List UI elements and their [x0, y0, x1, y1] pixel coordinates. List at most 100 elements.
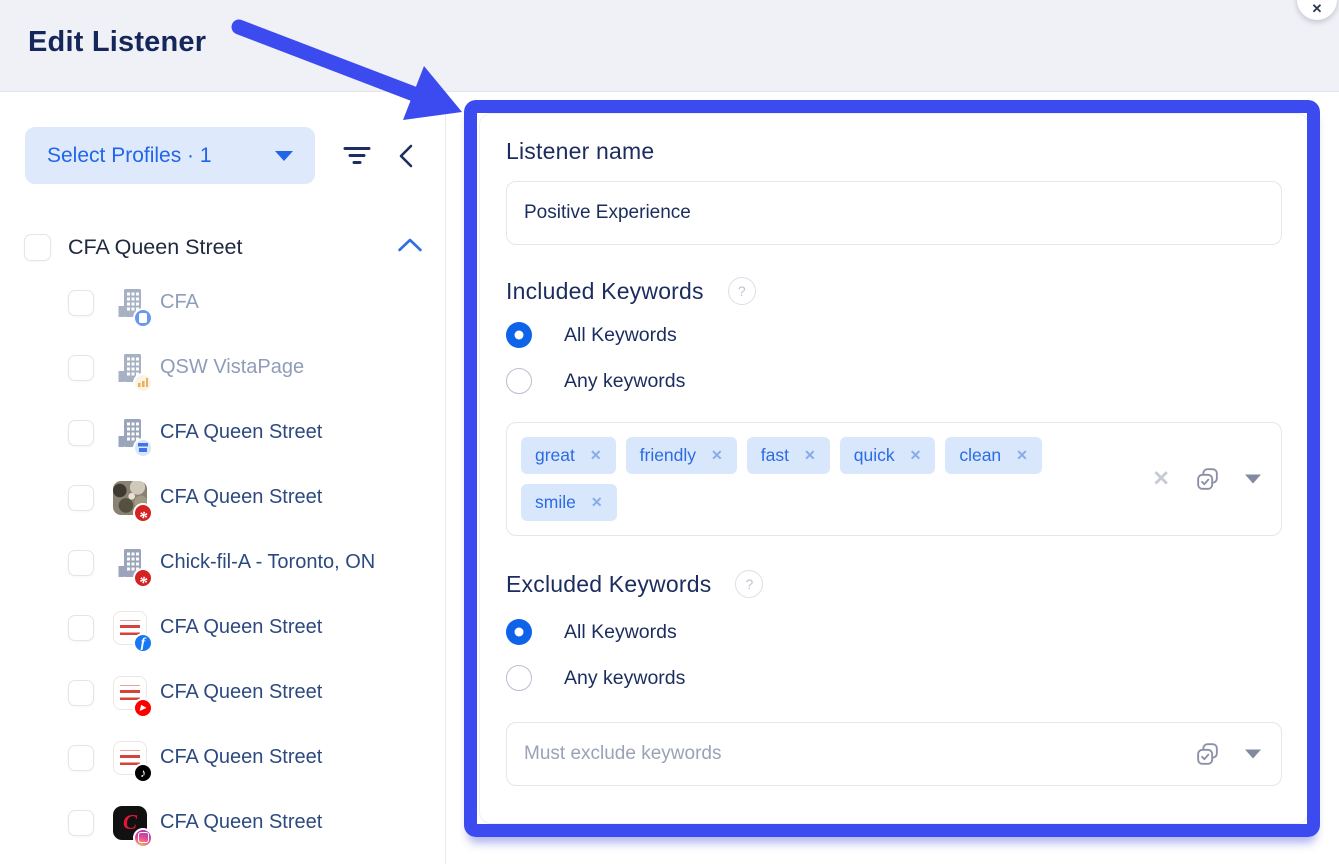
- keyword-chip-label: smile: [535, 492, 576, 513]
- profile-row[interactable]: CFA Queen Street: [0, 790, 445, 855]
- help-icon[interactable]: ?: [735, 570, 763, 598]
- building-icon: [113, 546, 147, 580]
- radio-selected-icon[interactable]: [506, 322, 532, 348]
- keyword-chip[interactable]: friendly✕: [626, 437, 737, 474]
- profile-checkbox[interactable]: [68, 745, 94, 771]
- included-keywords-heading: Included Keywords: [506, 278, 704, 305]
- youtube-badge-icon: [133, 698, 153, 718]
- remove-keyword-icon[interactable]: ✕: [591, 494, 603, 511]
- copy-keywords-icon[interactable]: [1194, 466, 1221, 493]
- profile-checkbox[interactable]: [68, 420, 94, 446]
- profile-name: CFA Queen Street: [160, 811, 322, 834]
- chevron-down-icon[interactable]: [1245, 475, 1261, 484]
- remove-keyword-icon[interactable]: ✕: [1016, 447, 1028, 464]
- radio-selected-icon[interactable]: [506, 619, 532, 645]
- remove-keyword-icon[interactable]: ✕: [711, 447, 723, 464]
- excluded-all-keywords-option[interactable]: All Keywords: [506, 618, 1282, 646]
- google-business-badge-icon: [133, 308, 153, 328]
- keyword-chip[interactable]: clean ✕: [945, 437, 1042, 474]
- building-icon: [113, 416, 147, 450]
- select-profiles-dropdown[interactable]: Select Profiles · 1: [25, 127, 315, 184]
- keyword-chips: great✕friendly✕fast✕quick✕clean✕smile✕: [521, 437, 1121, 521]
- remove-keyword-icon[interactable]: ✕: [910, 447, 922, 464]
- profile-name: QSW VistaPage: [160, 356, 304, 379]
- tiktok-badge-icon: [133, 763, 153, 783]
- keyword-chip[interactable]: quick ✕: [840, 437, 936, 474]
- profile-row[interactable]: Chick-fil-A - Toronto, ON: [0, 530, 445, 595]
- profile-checkbox[interactable]: [68, 485, 94, 511]
- keyword-chip-label: clean: [959, 445, 1001, 466]
- profile-name: CFA Queen Street: [160, 746, 322, 769]
- profile-row[interactable]: CFA: [0, 270, 445, 335]
- brand-logo-avatar: [113, 806, 147, 840]
- included-keywords-input[interactable]: great✕friendly✕fast✕quick✕clean✕smile✕ ✕: [506, 422, 1282, 536]
- keyword-chip-label: fast: [761, 445, 789, 466]
- excluded-any-keywords-option[interactable]: Any keywords: [506, 664, 1282, 692]
- radio-unselected-icon[interactable]: [506, 665, 532, 691]
- profile-name: CFA Queen Street: [160, 421, 322, 444]
- collapse-sidebar-icon[interactable]: [397, 143, 414, 169]
- profile-checkbox[interactable]: [68, 680, 94, 706]
- yelp-badge-icon: [133, 503, 153, 523]
- radio-unselected-icon[interactable]: [506, 368, 532, 394]
- keyword-chip[interactable]: great ✕: [521, 437, 616, 474]
- brand-logo-avatar: [113, 676, 147, 710]
- yelp-badge-icon: [133, 568, 153, 588]
- profile-row[interactable]: QSW VistaPage: [0, 335, 445, 400]
- clear-all-icon[interactable]: ✕: [1152, 469, 1170, 490]
- keyword-chip[interactable]: smile ✕: [521, 484, 617, 521]
- radio-label: Any keywords: [564, 370, 685, 393]
- profile-name: CFA: [160, 291, 199, 314]
- profile-row[interactable]: CFA Queen Street: [0, 595, 445, 660]
- profile-checkbox[interactable]: [68, 615, 94, 641]
- page-title: Edit Listener: [28, 26, 206, 59]
- profile-row[interactable]: CFA Queen Street: [0, 400, 445, 465]
- profile-name: CFA Queen Street: [160, 486, 322, 509]
- profile-checkbox[interactable]: [68, 810, 94, 836]
- remove-keyword-icon[interactable]: ✕: [590, 447, 602, 464]
- photo-avatar: [113, 481, 147, 515]
- brand-logo-avatar: [113, 611, 147, 645]
- listener-name-label: Listener name: [506, 138, 1282, 165]
- instagram-badge-icon: [133, 828, 153, 848]
- building-icon: [113, 351, 147, 385]
- close-icon: ✕: [1312, 1, 1323, 17]
- listener-name-input[interactable]: [506, 181, 1282, 245]
- group-checkbox[interactable]: [24, 234, 51, 261]
- copy-keywords-icon[interactable]: [1194, 741, 1221, 768]
- help-icon[interactable]: ?: [728, 277, 756, 305]
- excluded-keywords-input[interactable]: [507, 723, 1121, 785]
- profile-name: CFA Queen Street: [160, 681, 322, 704]
- radio-label: All Keywords: [564, 621, 677, 644]
- profile-checkbox[interactable]: [68, 290, 94, 316]
- included-any-keywords-option[interactable]: Any keywords: [506, 367, 1282, 395]
- included-all-keywords-option[interactable]: All Keywords: [506, 321, 1282, 349]
- keyword-chip[interactable]: fast ✕: [747, 437, 830, 474]
- profile-name: Chick-fil-A - Toronto, ON: [160, 551, 375, 574]
- excluded-keywords-input-wrap: [506, 722, 1282, 786]
- profiles-sidebar: Select Profiles · 1 CFA Queen Street CFA: [0, 93, 446, 864]
- storefront-badge-icon: [133, 438, 153, 458]
- select-profiles-label: Select Profiles · 1: [47, 144, 212, 168]
- radio-label: All Keywords: [564, 324, 677, 347]
- remove-keyword-icon[interactable]: ✕: [804, 447, 816, 464]
- radio-label: Any keywords: [564, 667, 685, 690]
- profile-group-row[interactable]: CFA Queen Street: [24, 234, 423, 261]
- analytics-badge-icon: [133, 373, 153, 393]
- brand-logo-avatar: [113, 741, 147, 775]
- keyword-chip-label: quick: [854, 445, 895, 466]
- profile-name: CFA Queen Street: [160, 616, 322, 639]
- listener-form-panel: Listener name Included Keywords ? All Ke…: [479, 113, 1309, 824]
- profile-checkbox[interactable]: [68, 355, 94, 381]
- keyword-chip-label: great: [535, 445, 575, 466]
- filter-icon[interactable]: [343, 145, 371, 167]
- profile-row[interactable]: CFA Queen Street: [0, 725, 445, 790]
- chevron-down-icon[interactable]: [1245, 750, 1261, 759]
- profile-row[interactable]: CFA Queen Street: [0, 465, 445, 530]
- profile-row[interactable]: CFA Queen Street: [0, 660, 445, 725]
- excluded-keywords-heading: Excluded Keywords: [506, 571, 711, 598]
- chevron-up-icon[interactable]: [397, 237, 423, 258]
- chevron-down-icon: [275, 151, 293, 161]
- facebook-badge-icon: [133, 633, 153, 653]
- profile-checkbox[interactable]: [68, 550, 94, 576]
